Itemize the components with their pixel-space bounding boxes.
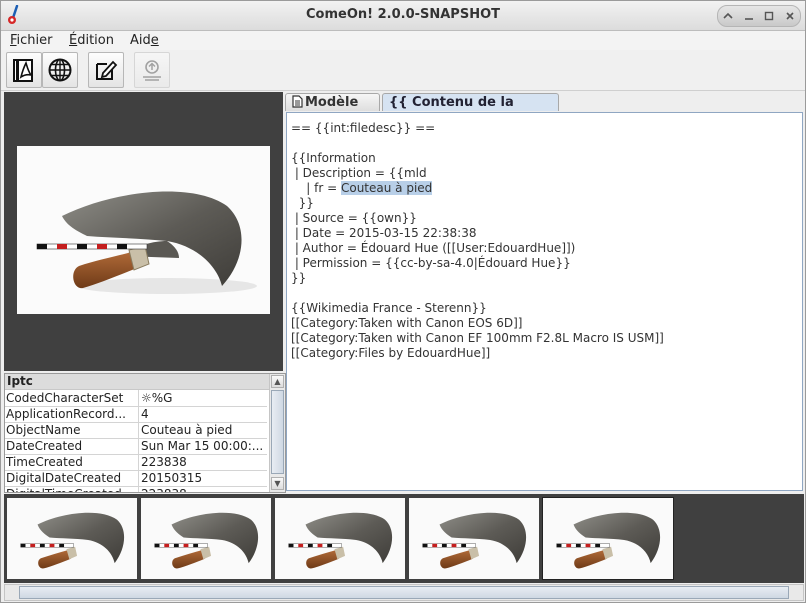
code-line: {{Wikimedia France - Sterenn}}	[291, 301, 487, 315]
pdf-book-icon	[13, 59, 33, 82]
image-preview-pane	[4, 92, 283, 371]
table-row[interactable]: TimeCreated 223838	[5, 454, 267, 471]
braces-icon: {{	[389, 95, 408, 110]
page-content-editor[interactable]: == {{int:filedesc}} == {{Information | D…	[286, 112, 803, 491]
open-pdf-button[interactable]	[6, 52, 42, 88]
globe-icon	[48, 58, 72, 82]
metadata-value: Couteau à pied	[138, 422, 269, 438]
code-line: == {{int:filedesc}} ==	[291, 121, 436, 135]
code-line: {{Information	[291, 151, 376, 165]
menu-edit-label: dition	[77, 33, 114, 48]
menu-edit[interactable]: Édition	[69, 33, 114, 48]
thumbnail[interactable]	[409, 498, 539, 579]
table-row[interactable]: DigitalDateCreated 20150315	[5, 470, 267, 487]
thumbnail[interactable]	[7, 498, 137, 579]
menu-bar: Fichier Édition Aide	[1, 31, 805, 50]
thumbnail-strip	[4, 494, 804, 583]
table-row[interactable]: CodedCharacterSet ☼%G	[5, 390, 267, 407]
metadata-value: 4	[138, 406, 269, 422]
menu-help-hotkey: e	[150, 33, 159, 48]
thumbnail[interactable]	[141, 498, 271, 579]
code-line: | Date = 2015-03-15 22:38:38	[291, 226, 477, 240]
code-line: | Permission = {{cc-by-sa-4.0|Édouard Hu…	[291, 256, 571, 270]
toolbar	[1, 50, 805, 91]
knife-photo	[36, 191, 257, 294]
menu-edit-hotkey: É	[69, 33, 78, 48]
table-row[interactable]: DigitalTimeCreated 223838	[5, 486, 269, 492]
menu-help[interactable]: Aide	[130, 33, 159, 48]
scroll-up-icon[interactable]: ▲	[271, 375, 284, 388]
scroll-down-icon[interactable]: ▼	[271, 477, 284, 490]
metadata-value-text: %G	[151, 391, 173, 405]
thumbnail-selected[interactable]	[542, 497, 674, 580]
wikitext-content: == {{int:filedesc}} == {{Information | D…	[291, 121, 664, 361]
metadata-value: 223838	[138, 486, 269, 492]
metadata-scrollbar[interactable]: ▲ ▼	[269, 374, 285, 492]
close-icon[interactable]	[781, 7, 799, 25]
metadata-key: DateCreated	[6, 439, 83, 453]
tab-strip: Modèle {{ Contenu de la page	[285, 92, 805, 128]
table-row[interactable]: DateCreated Sun Mar 15 00:00:...	[5, 438, 267, 455]
metadata-value: Sun Mar 15 00:00:...	[138, 438, 269, 454]
knife-thumbnail	[20, 512, 125, 569]
metadata-key: CodedCharacterSet	[6, 391, 124, 405]
maximize-icon[interactable]	[760, 7, 778, 25]
tab-template-label: Modèle	[305, 95, 359, 110]
image-preview[interactable]	[17, 146, 270, 314]
knife-thumbnail	[154, 512, 259, 569]
metadata-key: ApplicationRecord...	[6, 407, 126, 421]
scrollbar-thumb[interactable]	[271, 390, 284, 474]
metadata-key: TimeCreated	[6, 455, 83, 469]
minimize-icon[interactable]	[740, 7, 758, 25]
metadata-value: 223838	[138, 454, 269, 470]
unknown-glyph-icon: ☼	[141, 391, 152, 405]
title-bar[interactable]: ComeOn! 2.0.0-SNAPSHOT	[1, 1, 805, 31]
web-button[interactable]	[42, 52, 78, 88]
menu-file-label: ichier	[16, 33, 53, 48]
upload-button[interactable]	[134, 52, 170, 88]
knife-thumbnail	[288, 512, 393, 569]
menu-help-label: Aid	[130, 33, 151, 48]
document-icon	[292, 95, 303, 108]
scrollbar-thumb[interactable]	[19, 586, 789, 599]
window-title: ComeOn! 2.0.0-SNAPSHOT	[306, 7, 500, 22]
code-line: [[Category:Files by EdouardHue]]	[291, 346, 491, 360]
knife-thumbnail	[422, 512, 527, 569]
tab-page-content[interactable]: {{ Contenu de la page	[382, 93, 559, 128]
code-line-prefix: | fr =	[291, 181, 341, 195]
app-window: ComeOn! 2.0.0-SNAPSHOT Fichier Édition A…	[0, 0, 806, 603]
metadata-value: ☼%G	[138, 390, 269, 406]
upload-icon	[143, 60, 161, 81]
thumbnail-scrollbar[interactable]	[4, 584, 804, 601]
always-on-top-icon[interactable]	[719, 7, 737, 25]
code-line: [[Category:Taken with Canon EF 100mm F2.…	[291, 331, 664, 345]
code-line: | Author = Édouard Hue ([[User:EdouardHu…	[291, 241, 576, 255]
code-line: }}	[291, 271, 307, 285]
code-line: | Source = {{own}}	[291, 211, 417, 225]
table-row[interactable]: ApplicationRecord... 4	[5, 406, 267, 423]
window-controls	[717, 5, 801, 27]
menu-file[interactable]: Fichier	[10, 33, 53, 48]
code-line: | fr = Couteau à pied	[291, 181, 664, 196]
code-line: }}	[291, 196, 314, 210]
metadata-table[interactable]: Iptc CodedCharacterSet ☼%G ApplicationRe…	[4, 373, 286, 493]
tab-template[interactable]: Modèle	[285, 93, 380, 111]
knife-thumbnail	[556, 512, 661, 569]
metadata-section-header: Iptc	[5, 374, 269, 390]
table-row[interactable]: ObjectName Couteau à pied	[5, 422, 267, 439]
metadata-key: DigitalDateCreated	[6, 471, 122, 485]
selected-text: Couteau à pied	[340, 181, 433, 195]
edit-button[interactable]	[88, 52, 124, 88]
thumbnail[interactable]	[275, 498, 405, 579]
metadata-key: ObjectName	[6, 423, 81, 437]
metadata-value: 20150315	[138, 470, 269, 486]
edit-icon	[96, 60, 118, 80]
code-line: [[Category:Taken with Canon EOS 6D]]	[291, 316, 523, 330]
metadata-key: DigitalTimeCreated	[6, 486, 134, 492]
code-line: | Description = {{mld	[291, 166, 427, 180]
